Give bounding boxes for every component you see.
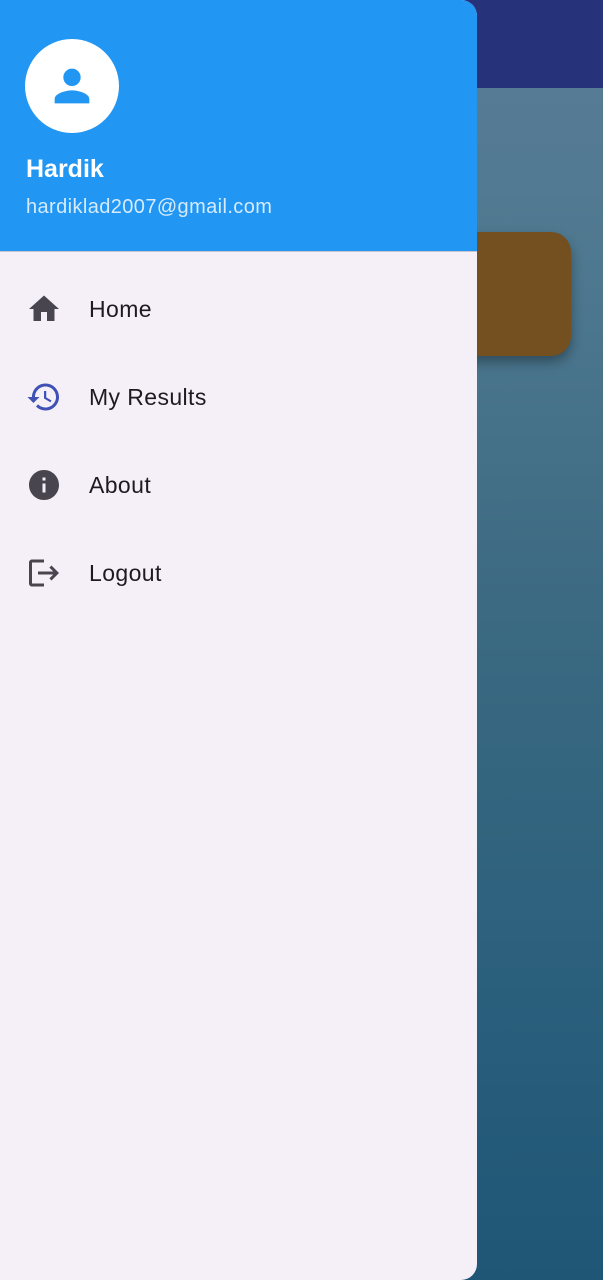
navigation-drawer: Hardik hardiklad2007@gmail.com Home My R… [0,0,477,1280]
account-name: Hardik [26,155,104,183]
logout-icon [26,555,62,591]
menu-item-logout[interactable]: Logout [0,529,477,617]
drawer-menu: Home My Results About Logout [0,265,477,617]
avatar [25,39,119,133]
menu-item-label: Home [89,295,152,322]
menu-item-my-results[interactable]: My Results [0,353,477,441]
account-email: hardiklad2007@gmail.com [26,196,273,218]
menu-item-label: My Results [89,383,207,410]
info-icon [26,467,62,503]
menu-item-about[interactable]: About [0,441,477,529]
drawer-header: Hardik hardiklad2007@gmail.com [0,0,477,252]
history-icon [26,379,62,415]
menu-item-home[interactable]: Home [0,265,477,353]
home-icon [26,291,62,327]
person-icon [54,68,90,104]
menu-item-label: Logout [89,559,162,586]
menu-item-label: About [89,471,152,498]
